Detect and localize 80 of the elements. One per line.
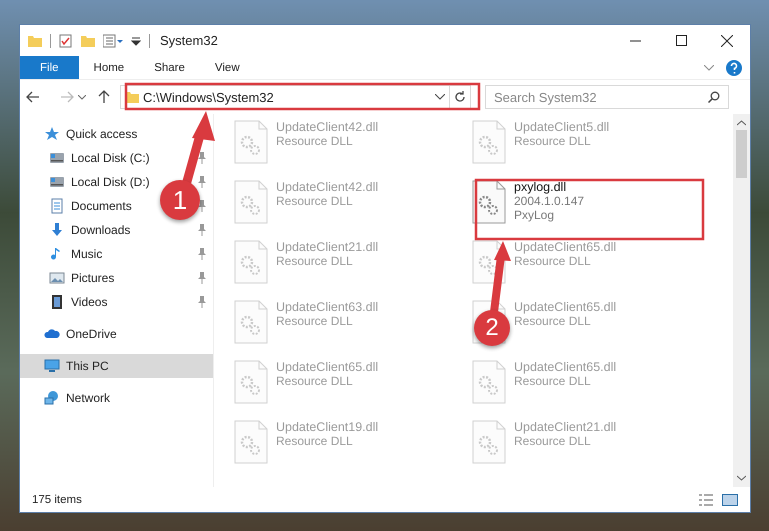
pin-icon[interactable] bbox=[197, 224, 207, 236]
document-icon bbox=[49, 198, 65, 214]
address-bar[interactable]: C:\Windows\System32 bbox=[120, 85, 471, 109]
maximize-icon bbox=[676, 35, 686, 46]
file-detail: Resource DLL bbox=[276, 434, 354, 448]
video-icon bbox=[49, 294, 65, 310]
dll-file-icon bbox=[234, 300, 268, 344]
up-arrow-icon[interactable] bbox=[98, 90, 110, 104]
nav-item[interactable]: Music bbox=[71, 247, 102, 261]
help-icon[interactable] bbox=[726, 60, 742, 76]
pin-icon[interactable] bbox=[197, 296, 207, 308]
customize-toolbar-icon[interactable] bbox=[131, 36, 141, 46]
picture-icon bbox=[49, 270, 65, 286]
scroll-down-icon[interactable] bbox=[737, 475, 746, 481]
file-detail: Resource DLL bbox=[276, 254, 354, 268]
pin-icon[interactable] bbox=[197, 248, 207, 260]
dll-file-icon bbox=[234, 240, 268, 284]
ribbon-tab[interactable]: View bbox=[200, 56, 255, 79]
annotation-arrow bbox=[490, 241, 511, 312]
ribbon-tab[interactable]: Home bbox=[78, 56, 140, 79]
search-icon bbox=[708, 91, 720, 103]
file-detail: Resource DLL bbox=[514, 434, 592, 448]
dll-file-icon bbox=[472, 420, 506, 464]
search-field[interactable]: Search System32 bbox=[485, 85, 729, 109]
file-detail: Resource DLL bbox=[514, 314, 592, 328]
pin-icon[interactable] bbox=[197, 272, 207, 284]
file-detail: Resource DLL bbox=[514, 254, 592, 268]
network-icon bbox=[44, 390, 60, 406]
large-icons-view-icon[interactable] bbox=[722, 492, 738, 506]
view-list-icon[interactable] bbox=[103, 34, 123, 48]
nav-item[interactable]: Network bbox=[66, 391, 110, 405]
drive-icon bbox=[49, 150, 65, 166]
file-detail: Resource DLL bbox=[276, 314, 354, 328]
scrollbar-thumb[interactable] bbox=[736, 130, 747, 178]
dll-file-icon bbox=[234, 420, 268, 464]
dll-file-icon bbox=[234, 360, 268, 404]
nav-item[interactable]: Local Disk (D:) bbox=[71, 175, 150, 189]
dll-file-icon bbox=[472, 120, 506, 164]
file-detail: Resource DLL bbox=[276, 194, 354, 208]
drive-icon bbox=[49, 174, 65, 190]
nav-item[interactable]: OneDrive bbox=[66, 327, 117, 341]
star-icon bbox=[44, 126, 60, 142]
folder-icon bbox=[125, 90, 139, 104]
dll-file-icon bbox=[234, 120, 268, 164]
pin-icon[interactable] bbox=[197, 152, 207, 164]
properties-icon[interactable] bbox=[59, 34, 73, 48]
minimize-icon bbox=[630, 40, 640, 42]
nav-item[interactable]: Documents bbox=[71, 199, 132, 213]
file-name[interactable]: pxylog.dll bbox=[514, 180, 584, 194]
nav-item[interactable]: Downloads bbox=[71, 223, 130, 237]
ribbon-tab[interactable]: Share bbox=[139, 56, 200, 79]
close-icon bbox=[721, 34, 733, 46]
nav-item[interactable]: Pictures bbox=[71, 271, 114, 285]
file-detail: Resource DLL bbox=[276, 374, 354, 388]
nav-item[interactable]: Quick access bbox=[66, 127, 138, 141]
nav-item[interactable]: Local Disk (C:) bbox=[71, 151, 150, 165]
file-detail: PxyLog bbox=[514, 208, 556, 222]
pin-icon[interactable] bbox=[197, 200, 207, 212]
dll-file-icon bbox=[472, 360, 506, 404]
file-detail: 2004.1.0.147 bbox=[514, 194, 584, 208]
file-detail: Resource DLL bbox=[514, 134, 592, 148]
file-detail: Resource DLL bbox=[514, 374, 592, 388]
chevron-down-icon[interactable] bbox=[435, 94, 445, 100]
folder-icon bbox=[28, 34, 42, 48]
back-arrow-icon[interactable] bbox=[26, 91, 40, 103]
details-view-icon[interactable] bbox=[698, 492, 714, 506]
item-count: 175 items bbox=[32, 494, 82, 506]
window-title: System32 bbox=[160, 33, 218, 48]
pin-icon[interactable] bbox=[197, 176, 207, 188]
monitor-icon bbox=[44, 358, 60, 374]
scroll-up-icon[interactable] bbox=[737, 120, 746, 126]
file-detail: Resource DLL bbox=[276, 134, 354, 148]
dll-file-icon bbox=[234, 180, 268, 224]
scrollbar[interactable] bbox=[733, 114, 750, 487]
nav-item[interactable]: This PC bbox=[66, 359, 109, 373]
ribbon-tab[interactable]: File bbox=[20, 56, 79, 79]
download-icon bbox=[49, 222, 65, 238]
chevron-down-icon[interactable] bbox=[78, 94, 86, 100]
nav-item[interactable]: Videos bbox=[71, 295, 108, 309]
refresh-icon bbox=[454, 91, 466, 103]
